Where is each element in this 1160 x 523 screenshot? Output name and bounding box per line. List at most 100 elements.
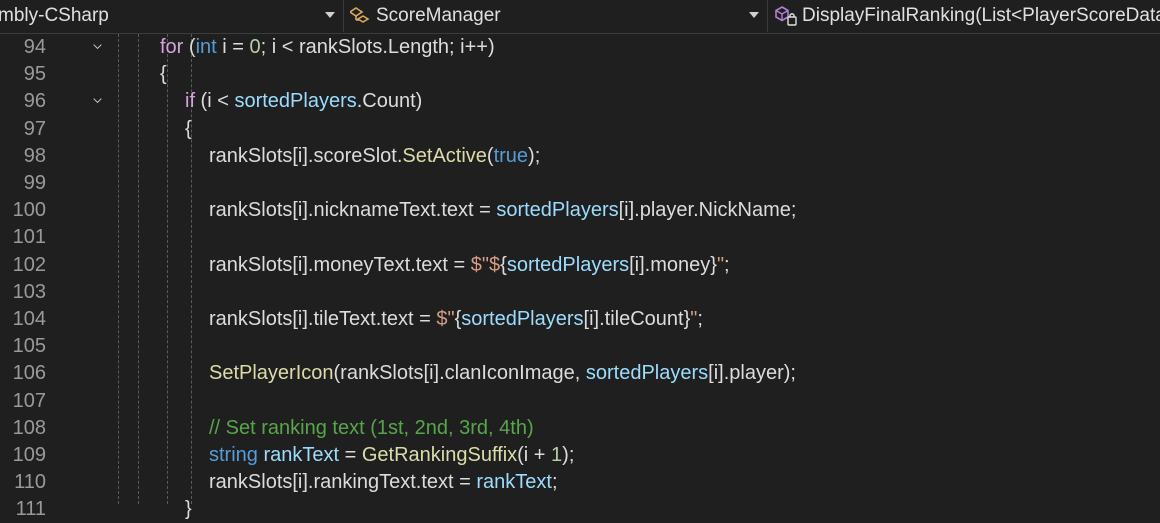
code-line[interactable]: 110 rankSlots[i].rankingText.text = rankT… [0,469,1160,496]
code-line[interactable]: 95 { [0,61,1160,88]
code-token: sortedPlayers [506,253,630,276]
code-token: ( [183,36,196,58]
code-token: ); [528,144,541,167]
code-line[interactable]: 99 [0,170,1160,197]
code-token: { [160,63,167,86]
code-token: SetActive [402,144,487,167]
code-token: ); [562,444,575,466]
code-line[interactable]: 100 rankSlots[i].nicknameText.text = sort… [0,197,1160,224]
code-token: GetRankingSuffix [361,444,518,466]
code-line[interactable]: 97 { [0,116,1160,143]
code-text: if (i < sortedPlayers.Count) [185,88,422,115]
code-token: " [716,253,725,276]
line-number: 102 [12,253,46,276]
code-editor[interactable]: 94 for (int i = 0; i < rankSlots.Length; … [0,34,1160,520]
code-line[interactable]: 96 if (i < sortedPlayers.Count) [0,88,1160,115]
navigation-bar: mbly-CSharp ScoreManager DisplayFinalRan… [0,0,1160,34]
code-text: rankSlots[i].scoreSlot.SetActive(true); [209,143,540,170]
line-number: 97 [23,117,46,140]
class-dropdown[interactable]: ScoreManager [344,0,768,32]
code-text: rankSlots[i].moneyText.text = $"${sorted… [209,252,730,279]
line-number: 111 [15,498,46,521]
fold-chevron-icon[interactable] [93,96,102,105]
code-token: sortedPlayers [234,90,357,113]
class-icon [350,6,372,26]
member-dropdown[interactable]: DisplayFinalRanking(List<PlayerScoreData [768,0,1160,32]
code-text: rankSlots[i].tileText.text = $"{sortedPl… [209,306,703,333]
line-number: 107 [12,389,46,412]
line-number: 96 [23,90,46,113]
code-text: string rankText = GetRankingSuffix(i + 1… [209,442,574,469]
line-number: 101 [12,226,46,249]
project-dropdown[interactable]: mbly-CSharp [0,0,344,32]
code-token: if [185,90,195,113]
line-number: 95 [23,63,46,86]
code-line[interactable]: 103 [0,279,1160,306]
line-number: 105 [12,335,46,358]
code-line[interactable]: 106 SetPlayerIcon(rankSlots[i].clanIconIm… [0,360,1160,387]
line-number: 99 [23,172,46,194]
code-text: rankSlots[i].nicknameText.text = sortedP… [209,197,796,224]
code-line[interactable]: 98 rankSlots[i].scoreSlot.SetActive(true)… [0,143,1160,170]
code-token: { [500,253,507,276]
code-line[interactable]: 104 rankSlots[i].tileText.text = $"{sorte… [0,306,1160,333]
code-token: string [209,444,258,466]
code-line[interactable]: 102 rankSlots[i].moneyText.text = $"${sor… [0,252,1160,279]
code-token: (rankSlots[i].clanIconImage, [333,362,586,385]
code-token: int [195,36,217,58]
fold-chevron-icon[interactable] [93,42,102,51]
code-text: { [185,116,192,143]
code-line[interactable]: 109 string rankText = GetRankingSuffix(i … [0,442,1160,469]
code-token: $"$ [470,253,501,276]
code-token: rankSlots[i].scoreSlot. [209,144,403,167]
code-text: { [160,61,167,88]
code-line[interactable]: 105 [0,333,1160,360]
code-token: rankSlots[i].nicknameText.text = [209,199,497,222]
code-token: (i + [517,444,552,466]
code-token: // Set ranking text (1st, 2nd, 3rd, 4th) [209,416,534,439]
code-token: SetPlayerIcon [209,362,334,385]
code-line[interactable]: 107 [0,388,1160,415]
method-icon [774,5,798,27]
code-line[interactable]: 108 // Set ranking text (1st, 2nd, 3rd, 4… [0,415,1160,442]
chevron-down-icon [749,12,759,18]
code-token: { [185,117,192,140]
project-dropdown-label: mbly-CSharp [0,5,109,26]
line-number: 94 [23,36,46,58]
code-token: ; [724,253,730,276]
code-line[interactable]: 111} [0,496,1160,523]
code-token: = [339,444,362,466]
code-token: [i].tileCount} [583,308,691,330]
code-token: ( [486,144,494,167]
code-token: rankSlots[i].moneyText.text = [209,253,471,276]
code-token: (i < [195,90,235,113]
code-token: ; i < rankSlots.Length; i++) [260,36,495,58]
code-token: [i].money} [629,253,717,276]
line-number: 109 [12,444,46,466]
code-token: sortedPlayers [461,308,584,330]
line-number: 110 [14,471,46,494]
code-text: } [185,496,192,523]
code-token: ; [697,308,703,330]
code-token: } [185,498,192,521]
code-token: rankSlots[i].tileText.text = [209,308,437,330]
chevron-down-icon [325,12,335,18]
code-token: 0 [249,36,261,58]
code-token: sortedPlayers [585,362,709,385]
member-dropdown-label: DisplayFinalRanking(List<PlayerScoreData [802,5,1160,26]
code-text: rankSlots[i].rankingText.text = rankText… [209,469,558,496]
code-token: [i].player.NickName; [618,199,797,222]
code-token: sortedPlayers [496,199,619,222]
line-number: 104 [12,308,46,330]
code-line[interactable]: 101 [0,224,1160,251]
line-number: 100 [12,199,46,222]
code-line[interactable]: 94 for (int i = 0; i < rankSlots.Length; … [0,34,1160,61]
code-token: rankSlots[i].rankingText.text = [209,471,477,494]
line-number: 108 [12,416,46,439]
code-token: $" [436,308,455,330]
line-number: 103 [12,280,46,303]
code-token: .Count) [356,90,423,113]
code-token: for [160,36,184,58]
code-token: rankText [476,471,552,494]
code-text: for (int i = 0; i < rankSlots.Length; i+… [160,34,495,61]
